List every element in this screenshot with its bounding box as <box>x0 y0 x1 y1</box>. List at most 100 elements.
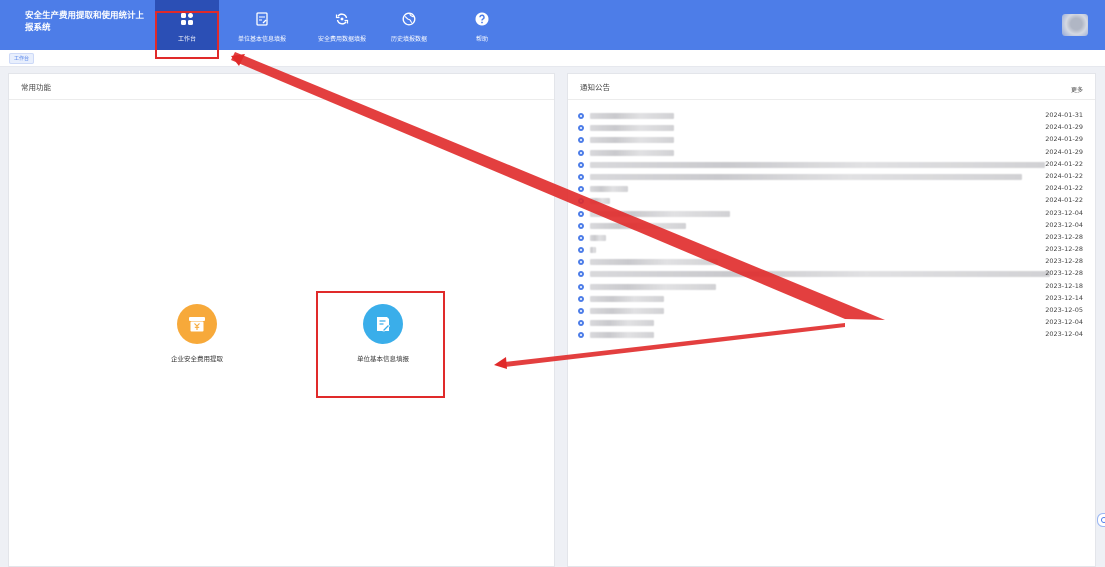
help-circle-icon <box>1101 517 1105 523</box>
annotation-box-nav <box>155 11 219 59</box>
function-enterprise-safety-fee[interactable]: 企业安全费用提取 <box>152 304 242 363</box>
bullet-icon <box>578 125 584 132</box>
notice-title-redacted[interactable] <box>590 222 686 229</box>
bullet-icon <box>578 332 584 339</box>
user-avatar[interactable] <box>1062 14 1088 36</box>
bullet-icon <box>578 149 584 156</box>
question-icon <box>475 12 489 26</box>
notice-item[interactable]: 2023-12-04 <box>578 221 1083 233</box>
notice-title-redacted[interactable] <box>590 113 674 119</box>
notice-title-redacted[interactable] <box>590 161 1045 168</box>
notice-date: 2024-01-29 <box>1045 135 1083 144</box>
notice-title-redacted[interactable] <box>590 198 610 205</box>
notice-item[interactable]: 2023-12-14 <box>578 294 1083 306</box>
notice-date: 2023-12-28 <box>1045 257 1083 266</box>
notice-title-redacted[interactable] <box>590 210 730 217</box>
bullet-icon <box>578 259 584 266</box>
nav-history-data[interactable]: 历史填报数据 <box>385 0 433 50</box>
notice-date: 2023-12-05 <box>1045 306 1083 314</box>
notice-title-redacted[interactable] <box>590 332 654 339</box>
panel-title: 常用功能 <box>21 83 51 92</box>
annotation-box-function <box>316 291 445 398</box>
notice-title-redacted[interactable] <box>590 149 674 156</box>
bullet-icon <box>578 234 584 241</box>
notice-date: 2024-01-29 <box>1045 123 1083 132</box>
bullet-icon <box>578 320 584 327</box>
common-functions-panel: 常用功能 企业安全费用提取 单位基本信息填报 <box>8 73 555 567</box>
bullet-icon <box>578 247 584 254</box>
app-title: 安全生产费用提取和使用统计上报系统 <box>25 11 145 33</box>
notice-item[interactable]: 2024-01-31 <box>578 111 1083 123</box>
bullet-icon <box>578 210 584 217</box>
bullet-icon <box>578 113 584 119</box>
notice-date: 2023-12-18 <box>1045 281 1083 290</box>
function-label: 企业安全费用提取 <box>171 355 223 363</box>
notice-item[interactable]: 2023-12-28 <box>578 269 1083 281</box>
bullet-icon <box>578 271 584 278</box>
notice-item[interactable]: 2023-12-04 <box>578 209 1083 221</box>
notice-date: 2024-01-22 <box>1045 159 1083 168</box>
notice-date: 2024-01-22 <box>1045 171 1083 180</box>
nav-label: 历史填报数据 <box>390 36 427 43</box>
nav-help[interactable]: 帮助 <box>467 0 497 50</box>
breadcrumb-tag-workbench[interactable]: 工作台 <box>9 53 35 64</box>
function-icon-circle <box>177 304 217 344</box>
notice-item[interactable]: 2023-12-04 <box>578 318 1083 330</box>
yuan-box-icon <box>189 317 205 332</box>
notice-title-redacted[interactable] <box>590 173 1022 180</box>
notice-title-redacted[interactable] <box>590 234 606 241</box>
notice-title-redacted[interactable] <box>590 125 674 132</box>
notice-date: 2024-01-22 <box>1045 184 1083 193</box>
notice-item[interactable]: 2023-12-05 <box>578 306 1083 318</box>
notice-title-redacted[interactable] <box>590 247 596 254</box>
notice-title-redacted[interactable] <box>590 308 664 314</box>
notice-date: 2023-12-28 <box>1045 245 1083 254</box>
nav-safety-fee-data[interactable]: 安全费用数据填报 <box>308 0 376 50</box>
bullet-icon <box>578 222 584 229</box>
nav-label: 单位基本信息填报 <box>237 36 286 43</box>
notice-title-redacted[interactable] <box>590 137 674 144</box>
notice-date: 2023-12-28 <box>1045 232 1083 241</box>
notice-item[interactable]: 2023-12-18 <box>578 282 1083 294</box>
notice-date: 2024-01-29 <box>1045 147 1083 156</box>
notice-item[interactable]: 2023-12-28 <box>578 257 1083 269</box>
panel-header: 常用功能 <box>9 74 554 100</box>
notice-date: 2024-01-31 <box>1045 111 1083 119</box>
notice-item[interactable]: 2024-01-29 <box>578 135 1083 147</box>
notice-item[interactable]: 2024-01-22 <box>578 184 1083 196</box>
nav-label: 安全费用数据填报 <box>317 36 366 43</box>
nav-label: 帮助 <box>475 36 488 43</box>
notice-title-redacted[interactable] <box>590 320 654 327</box>
notice-date: 2024-01-22 <box>1045 196 1083 205</box>
notice-list: 2024-01-31 2024-01-29 2024-01-29 2024-01-29… <box>578 111 1083 343</box>
floating-help-tab[interactable] <box>1097 513 1105 527</box>
notice-item[interactable]: 2024-01-29 <box>578 148 1083 160</box>
notice-title-redacted[interactable] <box>590 259 718 266</box>
more-link[interactable]: 更多 <box>1071 85 1083 94</box>
panel-header: 通知公告 更多 <box>568 74 1095 100</box>
notice-title-redacted[interactable] <box>590 295 664 302</box>
notice-panel: 通知公告 更多 2024-01-31 2024-01-29 2024-01-29 20… <box>567 73 1096 567</box>
notice-item[interactable]: 2024-01-29 <box>578 123 1083 135</box>
nav-unit-info[interactable]: 单位基本信息填报 <box>232 0 292 50</box>
notice-date: 2023-12-28 <box>1045 269 1083 278</box>
notice-date: 2023-12-14 <box>1045 293 1083 302</box>
notice-item[interactable]: 2023-12-28 <box>578 233 1083 245</box>
globe-icon <box>402 12 416 26</box>
bullet-icon <box>578 283 584 290</box>
bullet-icon <box>578 198 584 205</box>
notice-title-redacted[interactable] <box>590 283 716 290</box>
edit-form-icon <box>256 12 268 26</box>
notice-item[interactable]: 2023-12-28 <box>578 245 1083 257</box>
bullet-icon <box>578 161 584 168</box>
notice-item[interactable]: 2023-12-04 <box>578 330 1083 342</box>
notice-item[interactable]: 2024-01-22 <box>578 160 1083 172</box>
notice-item[interactable]: 2024-01-22 <box>578 172 1083 184</box>
bullet-icon <box>578 186 584 193</box>
notice-title-redacted[interactable] <box>590 186 628 193</box>
panel-title: 通知公告 <box>580 83 610 92</box>
bullet-icon <box>578 295 584 302</box>
notice-title-redacted[interactable] <box>590 271 1050 278</box>
bullet-icon <box>578 173 584 180</box>
notice-item[interactable]: 2024-01-22 <box>578 196 1083 208</box>
